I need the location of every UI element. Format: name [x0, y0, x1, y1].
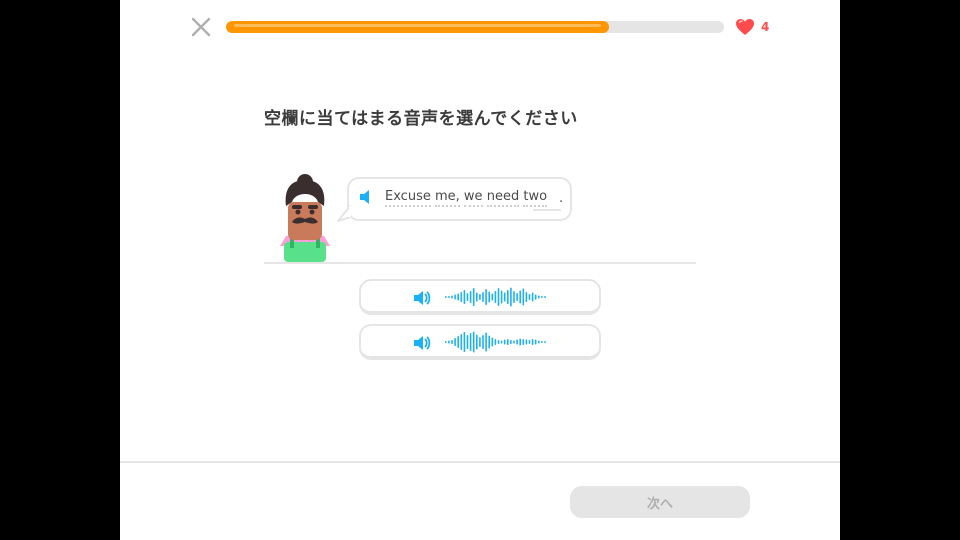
sentence-word[interactable]: Excuse	[385, 189, 431, 207]
waveform-bar	[544, 341, 546, 343]
sentence-word[interactable]: two	[523, 189, 548, 207]
character-avatar	[272, 172, 338, 262]
waveform-bar	[454, 338, 456, 346]
sentence-speaker-button[interactable]	[359, 189, 373, 209]
waveform-bar	[522, 288, 525, 306]
waveform-bar	[516, 339, 518, 345]
waveform-bar	[510, 287, 512, 307]
progress-shine	[234, 24, 602, 27]
waveform-bar	[544, 296, 546, 298]
waveform-icon	[445, 331, 546, 353]
sentence-period: .	[559, 191, 564, 206]
footer-divider	[120, 461, 840, 463]
hearts-counter[interactable]: 4	[735, 17, 769, 37]
close-icon	[191, 17, 211, 37]
waveform-bar	[476, 334, 478, 350]
waveform-bar	[448, 296, 450, 298]
waveform-bar	[445, 296, 447, 298]
waveform-bar	[454, 294, 456, 300]
waveform-bar	[534, 294, 537, 300]
speaker-icon	[360, 190, 369, 204]
heart-icon	[736, 19, 754, 35]
waveform-bar	[460, 334, 463, 350]
waveform-bar	[482, 292, 484, 302]
waveform-bar	[472, 331, 475, 353]
progress-fill	[226, 21, 610, 33]
waveform-bar	[460, 292, 463, 302]
waveform-bar	[538, 340, 540, 344]
waveform-bar	[494, 291, 497, 303]
challenge-prompt: 空欄に当てはまる音声を選んでください	[264, 109, 578, 129]
progress-bar	[226, 21, 724, 33]
waveform-bar	[497, 288, 500, 306]
next-button[interactable]: 次へ	[570, 486, 750, 518]
waveform-bar	[503, 339, 506, 345]
waveform-bar	[519, 338, 521, 346]
waveform-bar	[531, 292, 534, 302]
divider	[264, 262, 696, 264]
sentence-word[interactable]: me,	[434, 189, 460, 207]
waveform-bar	[488, 335, 490, 349]
speaker-icon	[414, 336, 431, 350]
waveform-bar	[538, 295, 540, 299]
waveform-bar	[469, 333, 472, 351]
waveform-bar	[485, 289, 487, 305]
waveform-bar	[457, 293, 459, 301]
sentence-word[interactable]: we	[463, 189, 483, 207]
waveform-bar	[519, 290, 521, 304]
waveform-bar	[491, 293, 494, 301]
waveform-bar	[485, 332, 487, 352]
waveform-bar	[479, 337, 481, 347]
close-button[interactable]	[190, 16, 212, 38]
waveform-bar	[534, 339, 537, 345]
waveform-bar	[531, 339, 534, 345]
waveform-bar	[488, 291, 490, 303]
waveform-bar	[528, 294, 531, 300]
waveform-bar	[463, 290, 466, 304]
waveform-bar	[503, 292, 506, 302]
waveform-bar	[448, 340, 450, 344]
waveform-bar	[457, 336, 459, 348]
answer-blank	[533, 209, 561, 211]
waveform-bar	[525, 339, 528, 345]
sentence-text: Excuse me, we need two	[385, 189, 548, 207]
waveform-bar	[510, 340, 512, 344]
waveform-bar	[507, 290, 509, 304]
waveform-bar	[463, 332, 466, 352]
waveform-bar	[469, 291, 472, 303]
waveform-bar	[513, 291, 515, 303]
waveform-bar	[466, 293, 469, 301]
waveform-bar	[516, 293, 518, 301]
waveform-bar	[472, 288, 475, 306]
waveform-bar	[482, 335, 484, 349]
speaker-icon	[414, 291, 431, 305]
waveform-bar	[445, 341, 447, 343]
waveform-bar	[497, 340, 500, 344]
bubble-tail	[337, 205, 351, 222]
waveform-bar	[525, 292, 528, 302]
waveform-bar	[513, 340, 515, 344]
audio-option-2[interactable]	[359, 324, 601, 360]
waveform-bar	[491, 337, 494, 347]
waveform-bar	[500, 340, 503, 344]
waveform-bar	[451, 295, 453, 299]
waveform-bar	[451, 340, 453, 344]
waveform-bar	[500, 290, 503, 304]
waveform-bar	[541, 341, 543, 343]
waveform-bar	[507, 339, 509, 345]
waveform-bar	[494, 339, 497, 345]
waveform-bar	[528, 340, 531, 344]
waveform-bar	[541, 296, 543, 298]
waveform-bar	[476, 292, 478, 302]
sentence-word[interactable]: need	[486, 189, 520, 207]
audio-option-1[interactable]	[359, 279, 601, 315]
waveform-bar	[522, 339, 525, 345]
waveform-bar	[479, 294, 481, 300]
speech-bubble: Excuse me, we need two .	[337, 177, 572, 222]
waveform-icon	[445, 287, 546, 307]
waveform-bar	[466, 335, 469, 349]
hearts-count: 4	[761, 20, 770, 34]
lesson-screen: 4 空欄に当てはまる音声を選んでください Excuse me, we need …	[120, 0, 840, 540]
